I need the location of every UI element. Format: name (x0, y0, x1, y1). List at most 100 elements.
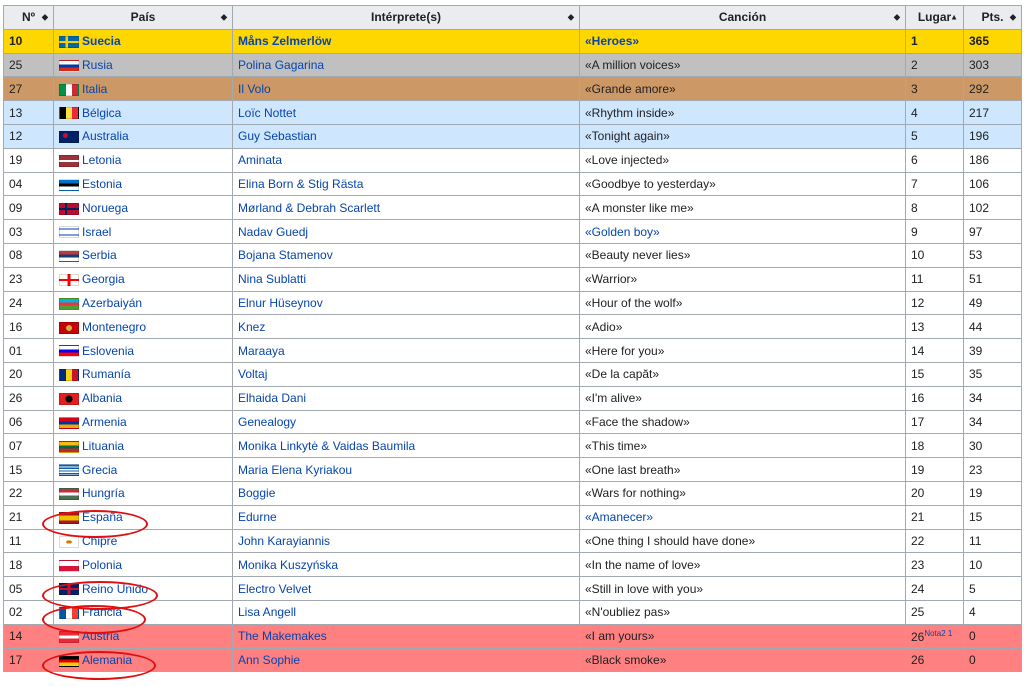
sort-icon[interactable]: ◆ (221, 13, 227, 22)
artist-link[interactable]: Polina Gagarina (238, 58, 324, 72)
cell-interprete[interactable]: Edurne (232, 504, 580, 530)
sort-icon[interactable]: ◆ (894, 13, 900, 22)
country-link[interactable]: España (82, 510, 123, 524)
artist-link[interactable]: Ann Sophie (238, 653, 300, 667)
cell-interprete[interactable]: Elnur Hüseynov (232, 290, 580, 316)
country-link[interactable]: Reino Unido (82, 582, 148, 596)
col-header-interprete[interactable]: Intérprete(s) ◆ (232, 5, 580, 30)
cell-interprete[interactable]: Genealogy (232, 409, 580, 435)
cell-pais[interactable]: Eslovenia (53, 338, 233, 363)
cell-pais[interactable]: Alemania (53, 647, 233, 673)
country-link[interactable]: Austria (82, 629, 119, 643)
artist-link[interactable]: Elina Born & Stig Rästa (238, 177, 363, 191)
country-link[interactable]: Armenia (82, 415, 127, 429)
country-link[interactable]: Grecia (82, 463, 117, 477)
artist-link[interactable]: John Karayiannis (238, 534, 330, 548)
cell-pais[interactable]: Rusia (53, 52, 233, 78)
artist-link[interactable]: Maraaya (238, 344, 285, 358)
country-link[interactable]: Lituania (82, 439, 124, 453)
artist-link[interactable]: Måns Zelmerlöw (238, 34, 331, 48)
cell-pais[interactable]: Israel (53, 219, 233, 244)
cell-pais[interactable]: Italia (53, 76, 233, 102)
cell-interprete[interactable]: John Karayiannis (232, 528, 580, 554)
country-link[interactable]: Australia (82, 129, 129, 143)
cell-pais[interactable]: Hungría (53, 480, 233, 506)
country-link[interactable]: Georgia (82, 272, 125, 286)
country-link[interactable]: Bélgica (82, 106, 121, 120)
country-link[interactable]: Israel (82, 225, 111, 239)
country-link[interactable]: Polonia (82, 558, 122, 572)
cell-pais[interactable]: Georgia (53, 266, 233, 292)
country-link[interactable]: Albania (82, 391, 122, 405)
cell-interprete[interactable]: Voltaj (232, 361, 580, 387)
cell-pais[interactable]: Estonia (53, 171, 233, 197)
cell-pais[interactable]: Lituania (53, 433, 233, 459)
song-title[interactable]: «Amanecer» (585, 510, 653, 524)
cell-pais[interactable]: Serbia (53, 242, 233, 268)
artist-link[interactable]: Elnur Hüseynov (238, 296, 323, 310)
artist-link[interactable]: Monika Kuszyńska (238, 558, 338, 572)
artist-link[interactable]: Bojana Stamenov (238, 248, 333, 262)
cell-interprete[interactable]: Elhaida Dani (232, 385, 580, 411)
artist-link[interactable]: Mørland & Debrah Scarlett (238, 201, 380, 215)
artist-link[interactable]: Monika Linkytė & Vaidas Baumila (238, 439, 415, 453)
country-link[interactable]: Alemania (82, 653, 132, 667)
col-header-no[interactable]: Nº ◆ (3, 5, 54, 30)
cell-interprete[interactable]: Polina Gagarina (232, 52, 580, 78)
cell-interprete[interactable]: Knez (232, 314, 580, 340)
cell-pais[interactable]: Austria (53, 623, 233, 649)
artist-link[interactable]: Aminata (238, 153, 282, 167)
cell-interprete[interactable]: Monika Kuszyńska (232, 552, 580, 578)
artist-link[interactable]: Edurne (238, 510, 277, 524)
cell-pais[interactable]: Suecia (53, 28, 233, 54)
cell-pais[interactable]: Noruega (53, 195, 233, 221)
cell-interprete[interactable]: Måns Zelmerlöw (232, 28, 580, 54)
country-link[interactable]: Francia (82, 605, 122, 619)
country-link[interactable]: Estonia (82, 177, 122, 191)
artist-link[interactable]: Maria Elena Kyriakou (238, 463, 352, 477)
cell-interprete[interactable]: Maraaya (232, 338, 580, 363)
cell-pais[interactable]: Montenegro (53, 314, 233, 340)
cell-interprete[interactable]: Nadav Guedj (232, 219, 580, 244)
country-link[interactable]: Italia (82, 82, 107, 96)
cell-interprete[interactable]: The Makemakes (232, 623, 580, 649)
cell-pais[interactable]: Australia (53, 123, 233, 149)
country-link[interactable]: Letonia (82, 153, 121, 167)
artist-link[interactable]: Nadav Guedj (238, 225, 308, 239)
artist-link[interactable]: Nina Sublatti (238, 272, 306, 286)
country-link[interactable]: Eslovenia (82, 344, 134, 358)
cell-interprete[interactable]: Elina Born & Stig Rästa (232, 171, 580, 197)
col-header-lugar[interactable]: Lugar ▲ (905, 5, 964, 30)
cell-interprete[interactable]: Loïc Nottet (232, 100, 580, 125)
cell-interprete[interactable]: Mørland & Debrah Scarlett (232, 195, 580, 221)
cell-pais[interactable]: Rumanía (53, 361, 233, 387)
cell-pais[interactable]: Polonia (53, 552, 233, 578)
country-link[interactable]: Hungría (82, 486, 125, 500)
country-link[interactable]: Noruega (82, 201, 128, 215)
sort-icon[interactable]: ◆ (1010, 13, 1016, 22)
country-link[interactable]: Montenegro (82, 320, 146, 334)
artist-link[interactable]: Knez (238, 320, 265, 334)
song-title[interactable]: «Golden boy» (585, 225, 660, 239)
country-link[interactable]: Rumanía (82, 367, 131, 381)
cell-pais[interactable]: Chipre (53, 528, 233, 554)
sort-icon[interactable]: ◆ (568, 13, 574, 22)
artist-link[interactable]: Boggie (238, 486, 275, 500)
artist-link[interactable]: Il Volo (238, 82, 271, 96)
country-link[interactable]: Serbia (82, 248, 117, 262)
cell-interprete[interactable]: Il Volo (232, 76, 580, 102)
cell-pais[interactable]: Albania (53, 385, 233, 411)
artist-link[interactable]: Genealogy (238, 415, 296, 429)
cell-interprete[interactable]: Aminata (232, 147, 580, 173)
cell-pais[interactable]: Armenia (53, 409, 233, 435)
cell-pais[interactable]: Grecia (53, 457, 233, 482)
cell-interprete[interactable]: Bojana Stamenov (232, 242, 580, 268)
cell-pais[interactable]: Reino Unido (53, 576, 233, 601)
cell-interprete[interactable]: Electro Velvet (232, 576, 580, 601)
col-header-pais[interactable]: País ◆ (53, 5, 233, 30)
sort-ascending-icon[interactable]: ▲ (950, 13, 958, 22)
cell-interprete[interactable]: Maria Elena Kyriakou (232, 457, 580, 482)
artist-link[interactable]: Loïc Nottet (238, 106, 296, 120)
cell-pais[interactable]: España (53, 504, 233, 530)
cell-pais[interactable]: Letonia (53, 147, 233, 173)
